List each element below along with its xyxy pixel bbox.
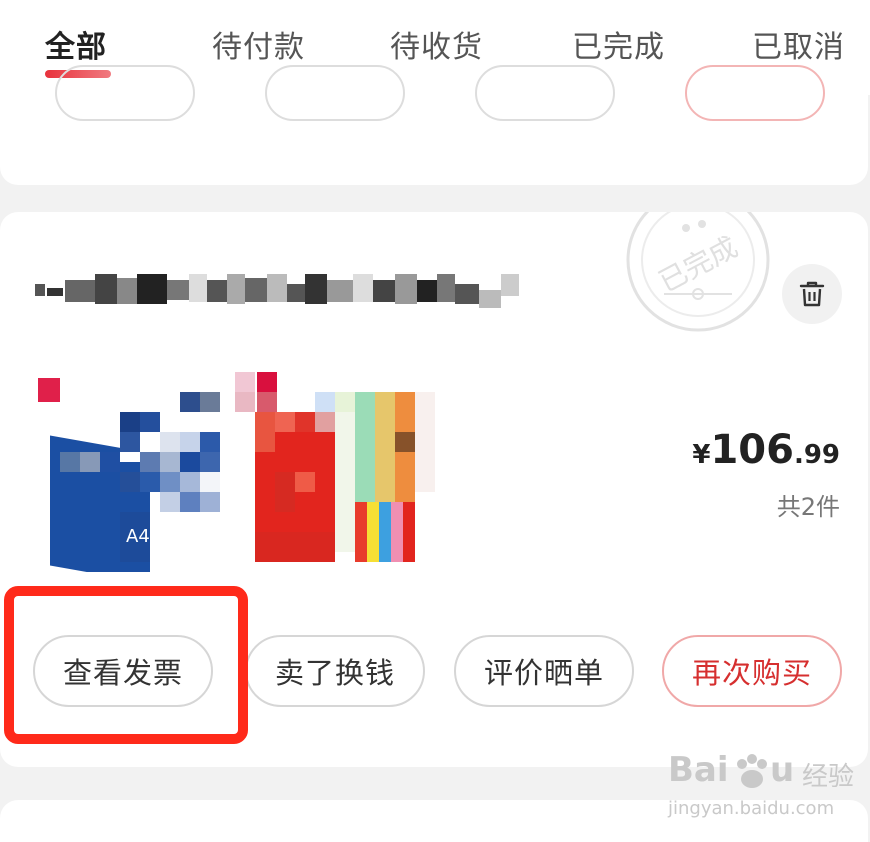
previous-order-button[interactable]	[685, 65, 825, 121]
watermark-brand: Bai	[668, 750, 729, 790]
paw-icon	[737, 754, 767, 788]
tab-cancelled[interactable]: 已取消	[752, 22, 845, 66]
product-image-color-paper[interactable]	[235, 372, 445, 572]
pixelated-store-name-image	[35, 274, 519, 308]
watermark-brand-du: u	[770, 750, 795, 790]
buy-again-button[interactable]: 再次购买	[662, 635, 842, 707]
completed-stamp: 已完成	[624, 188, 772, 332]
store-name-pixelated[interactable]	[35, 270, 525, 310]
order-total-price: ¥106.99	[692, 427, 840, 473]
product-image-paper-box[interactable]: A4	[30, 372, 230, 584]
highlight-annotation-box	[4, 586, 248, 744]
previous-order-card	[0, 65, 868, 185]
price-integer: 106	[710, 427, 794, 473]
item-count: 共2件	[776, 493, 840, 521]
watermark-url: jingyan.baidu.com	[668, 798, 835, 819]
previous-order-button[interactable]	[475, 65, 615, 121]
tab-completed[interactable]: 已完成	[572, 22, 665, 66]
sell-for-cash-button[interactable]: 卖了换钱	[245, 635, 425, 707]
tab-all[interactable]: 全部	[45, 22, 107, 66]
svg-text:A4: A4	[126, 526, 150, 547]
baidu-jingyan-watermark: Bai u 经验 jingyan.baidu.com	[668, 750, 868, 830]
trash-icon	[799, 281, 825, 307]
price-decimal: .99	[793, 440, 840, 470]
previous-order-button[interactable]	[55, 65, 195, 121]
delete-order-button[interactable]	[782, 264, 842, 324]
price-currency: ¥	[692, 440, 711, 470]
previous-order-button[interactable]	[265, 65, 405, 121]
watermark-jingyan: 经验	[802, 762, 855, 792]
tab-pending-receipt[interactable]: 待收货	[390, 22, 483, 66]
tab-pending-payment[interactable]: 待付款	[212, 22, 305, 66]
review-button[interactable]: 评价晒单	[454, 635, 634, 707]
